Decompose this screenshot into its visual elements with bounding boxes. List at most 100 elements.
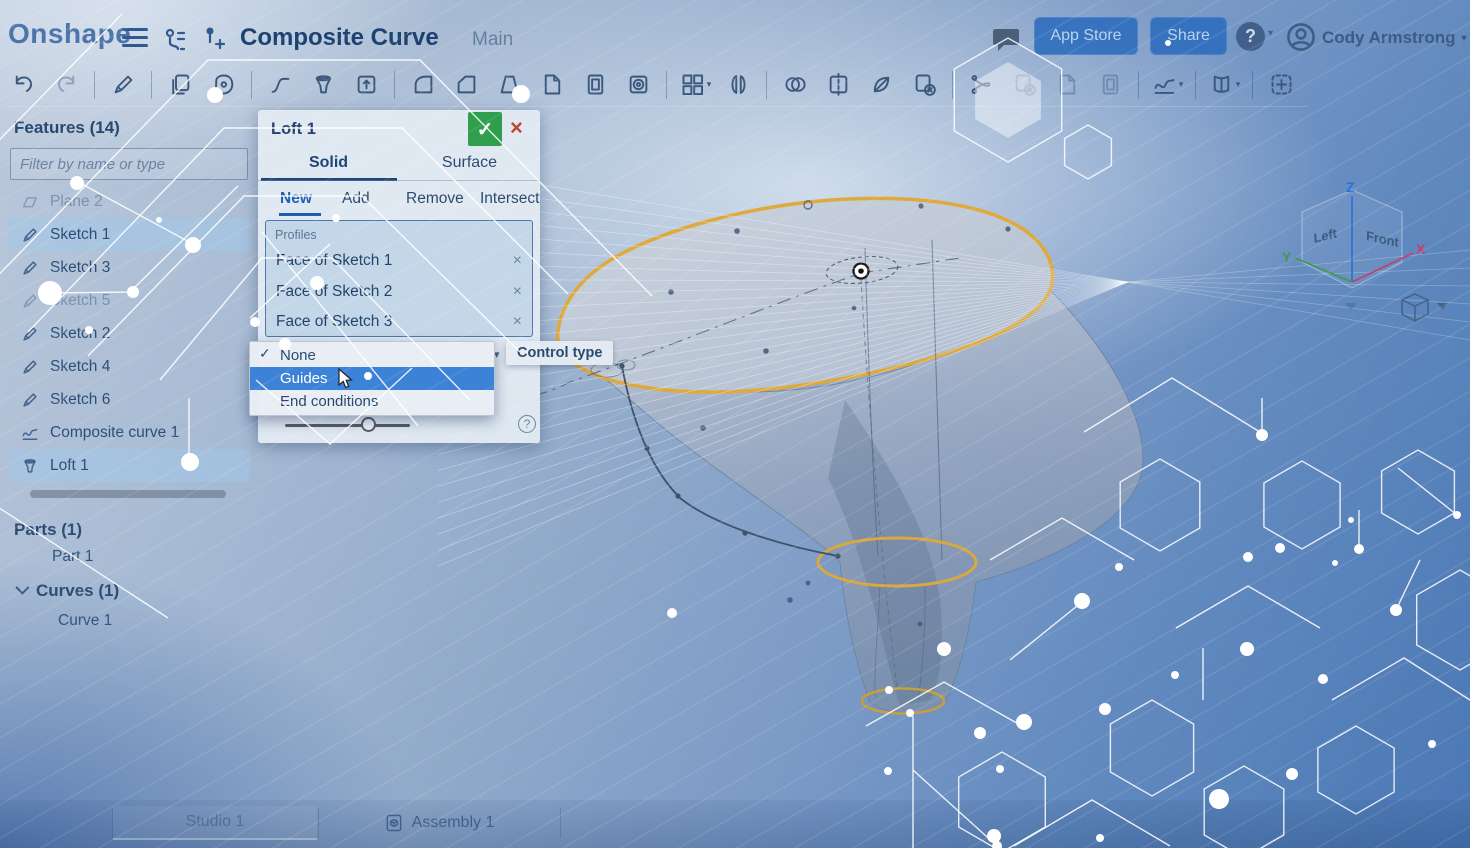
delete-part-icon[interactable]: [905, 66, 943, 104]
remove-profile-icon[interactable]: ×: [513, 283, 522, 301]
features-heading: Features (14): [8, 116, 250, 148]
delete-face-icon[interactable]: [1005, 66, 1043, 104]
feature-item-composite-curve-1[interactable]: Composite curve 1: [8, 416, 250, 449]
user-menu[interactable]: Cody Armstrong▾: [1322, 28, 1467, 48]
part-item[interactable]: Part 1: [8, 542, 250, 572]
share-button[interactable]: Share: [1150, 17, 1227, 55]
feature-item-loft-1[interactable]: Loft 1: [8, 449, 250, 482]
mode-remove[interactable]: Remove: [406, 190, 464, 208]
fillet-icon[interactable]: [404, 66, 442, 104]
profiles-label: Profiles: [275, 228, 317, 242]
feature-item-sketch-1[interactable]: Sketch 1: [8, 218, 250, 251]
sweep-icon[interactable]: [261, 66, 299, 104]
dropdown-item-guides[interactable]: Guides: [250, 367, 494, 390]
undo-icon[interactable]: [4, 66, 42, 104]
curve-icon[interactable]: ▾: [1148, 66, 1186, 104]
remove-profile-icon[interactable]: ×: [513, 313, 522, 331]
curves-heading[interactable]: Curves (1): [8, 576, 250, 606]
parts-heading[interactable]: Parts (1): [8, 518, 250, 542]
cancel-icon[interactable]: ×: [510, 115, 523, 141]
versions-icon[interactable]: [160, 24, 190, 54]
comment-icon[interactable]: [992, 28, 1022, 54]
extrude-icon[interactable]: [161, 66, 199, 104]
profile-row[interactable]: Face of Sketch 3×: [266, 308, 532, 336]
dropdown-caret-icon[interactable]: ▾: [707, 79, 712, 90]
main-menu-icon[interactable]: [122, 28, 148, 48]
rib-icon[interactable]: [533, 66, 571, 104]
bottom-profile-ring[interactable]: [862, 689, 944, 714]
document-title[interactable]: Composite Curve: [240, 24, 439, 52]
loft-icon[interactable]: [304, 66, 342, 104]
app-store-button[interactable]: App Store: [1034, 17, 1138, 55]
tab-assembly[interactable]: Assembly 1: [319, 806, 559, 840]
workspace-name[interactable]: Main: [472, 29, 513, 51]
mirror-icon[interactable]: [719, 66, 757, 104]
view-mode-cube-icon[interactable]: [1402, 294, 1428, 321]
move-face-icon[interactable]: [962, 66, 1000, 104]
dialog-help-icon[interactable]: ?: [518, 415, 536, 433]
profile-label: Face of Sketch 3: [276, 313, 513, 331]
tab-surface[interactable]: Surface: [399, 154, 540, 172]
view-options[interactable]: [1345, 294, 1448, 321]
help-icon[interactable]: ?: [1236, 22, 1265, 51]
sketch-icon: [20, 258, 40, 278]
thicken-icon[interactable]: [347, 66, 385, 104]
feature-item-sketch-6[interactable]: Sketch 6: [8, 383, 250, 416]
feature-item-sketch-5[interactable]: Sketch 5: [8, 284, 250, 317]
boolean-icon[interactable]: [776, 66, 814, 104]
shell-icon[interactable]: [576, 66, 614, 104]
custom-feature-icon[interactable]: [1262, 66, 1300, 104]
confirm-button[interactable]: ✓: [468, 112, 502, 146]
feature-item-sketch-2[interactable]: Sketch 2: [8, 317, 250, 350]
remove-profile-icon[interactable]: ×: [513, 252, 522, 270]
insert-document-icon[interactable]: [200, 26, 226, 52]
dropdown-item-end-conditions[interactable]: End conditions: [250, 390, 494, 413]
rollback-bar[interactable]: [30, 490, 226, 498]
mode-new[interactable]: New: [280, 190, 312, 208]
toolbar-separator: [1252, 71, 1253, 99]
revolve-icon[interactable]: [204, 66, 242, 104]
mid-profile-ring[interactable]: [818, 538, 976, 586]
dropdown-item-none[interactable]: ✓None: [250, 344, 494, 367]
dropdown-caret-icon[interactable]: ▾: [1236, 79, 1241, 90]
draft-icon[interactable]: [490, 66, 528, 104]
tab-solid[interactable]: Solid: [258, 154, 399, 172]
loft-dialog-title[interactable]: Loft 1: [271, 120, 316, 139]
redo-icon[interactable]: [47, 66, 85, 104]
feature-item-plane-2[interactable]: Plane 2: [8, 185, 250, 218]
toolbar-separator: [1138, 71, 1139, 99]
transparency-slider-handle[interactable]: [361, 417, 376, 432]
onshape-logo[interactable]: Onshape: [8, 18, 131, 50]
linear-pattern-icon[interactable]: ▾: [676, 66, 714, 104]
help-caret-icon[interactable]: ▾: [1268, 28, 1273, 39]
surface-icon[interactable]: ▾: [1205, 66, 1243, 104]
tab-part-studio[interactable]: Studio 1: [113, 806, 317, 840]
avatar-icon[interactable]: [1286, 22, 1316, 57]
curves-heading-label: Curves (1): [36, 581, 119, 601]
transform-icon[interactable]: [1091, 66, 1129, 104]
toolbar-separator: [1195, 71, 1196, 99]
chevron-down-icon: [15, 581, 29, 595]
chamfer-icon[interactable]: [447, 66, 485, 104]
feature-item-label: Sketch 4: [50, 358, 110, 376]
sketch-icon[interactable]: [104, 66, 142, 104]
mode-add[interactable]: Add: [342, 190, 370, 208]
replace-face-icon[interactable]: [1048, 66, 1086, 104]
feature-item-label: Sketch 5: [50, 292, 110, 310]
profile-row[interactable]: Face of Sketch 2×: [266, 278, 532, 306]
view-mode-caret-icon[interactable]: [1437, 303, 1448, 310]
feature-item-sketch-3[interactable]: Sketch 3: [8, 251, 250, 284]
feature-item-sketch-4[interactable]: Sketch 4: [8, 350, 250, 383]
split-icon[interactable]: [819, 66, 857, 104]
enclose-icon[interactable]: [862, 66, 900, 104]
view-cube[interactable]: Z Y X Left Front: [1282, 179, 1426, 288]
profile-row[interactable]: Face of Sketch 1×: [266, 247, 532, 275]
mode-intersect[interactable]: Intersect: [480, 190, 539, 208]
tab-separator: [560, 808, 561, 838]
transparency-slider-track[interactable]: [285, 424, 410, 427]
composite-curve-icon: [20, 423, 40, 443]
dropdown-caret-icon[interactable]: ▾: [1179, 79, 1184, 90]
feature-filter-input[interactable]: [10, 148, 248, 180]
hole-icon[interactable]: [619, 66, 657, 104]
curve-item[interactable]: Curve 1: [8, 606, 250, 636]
